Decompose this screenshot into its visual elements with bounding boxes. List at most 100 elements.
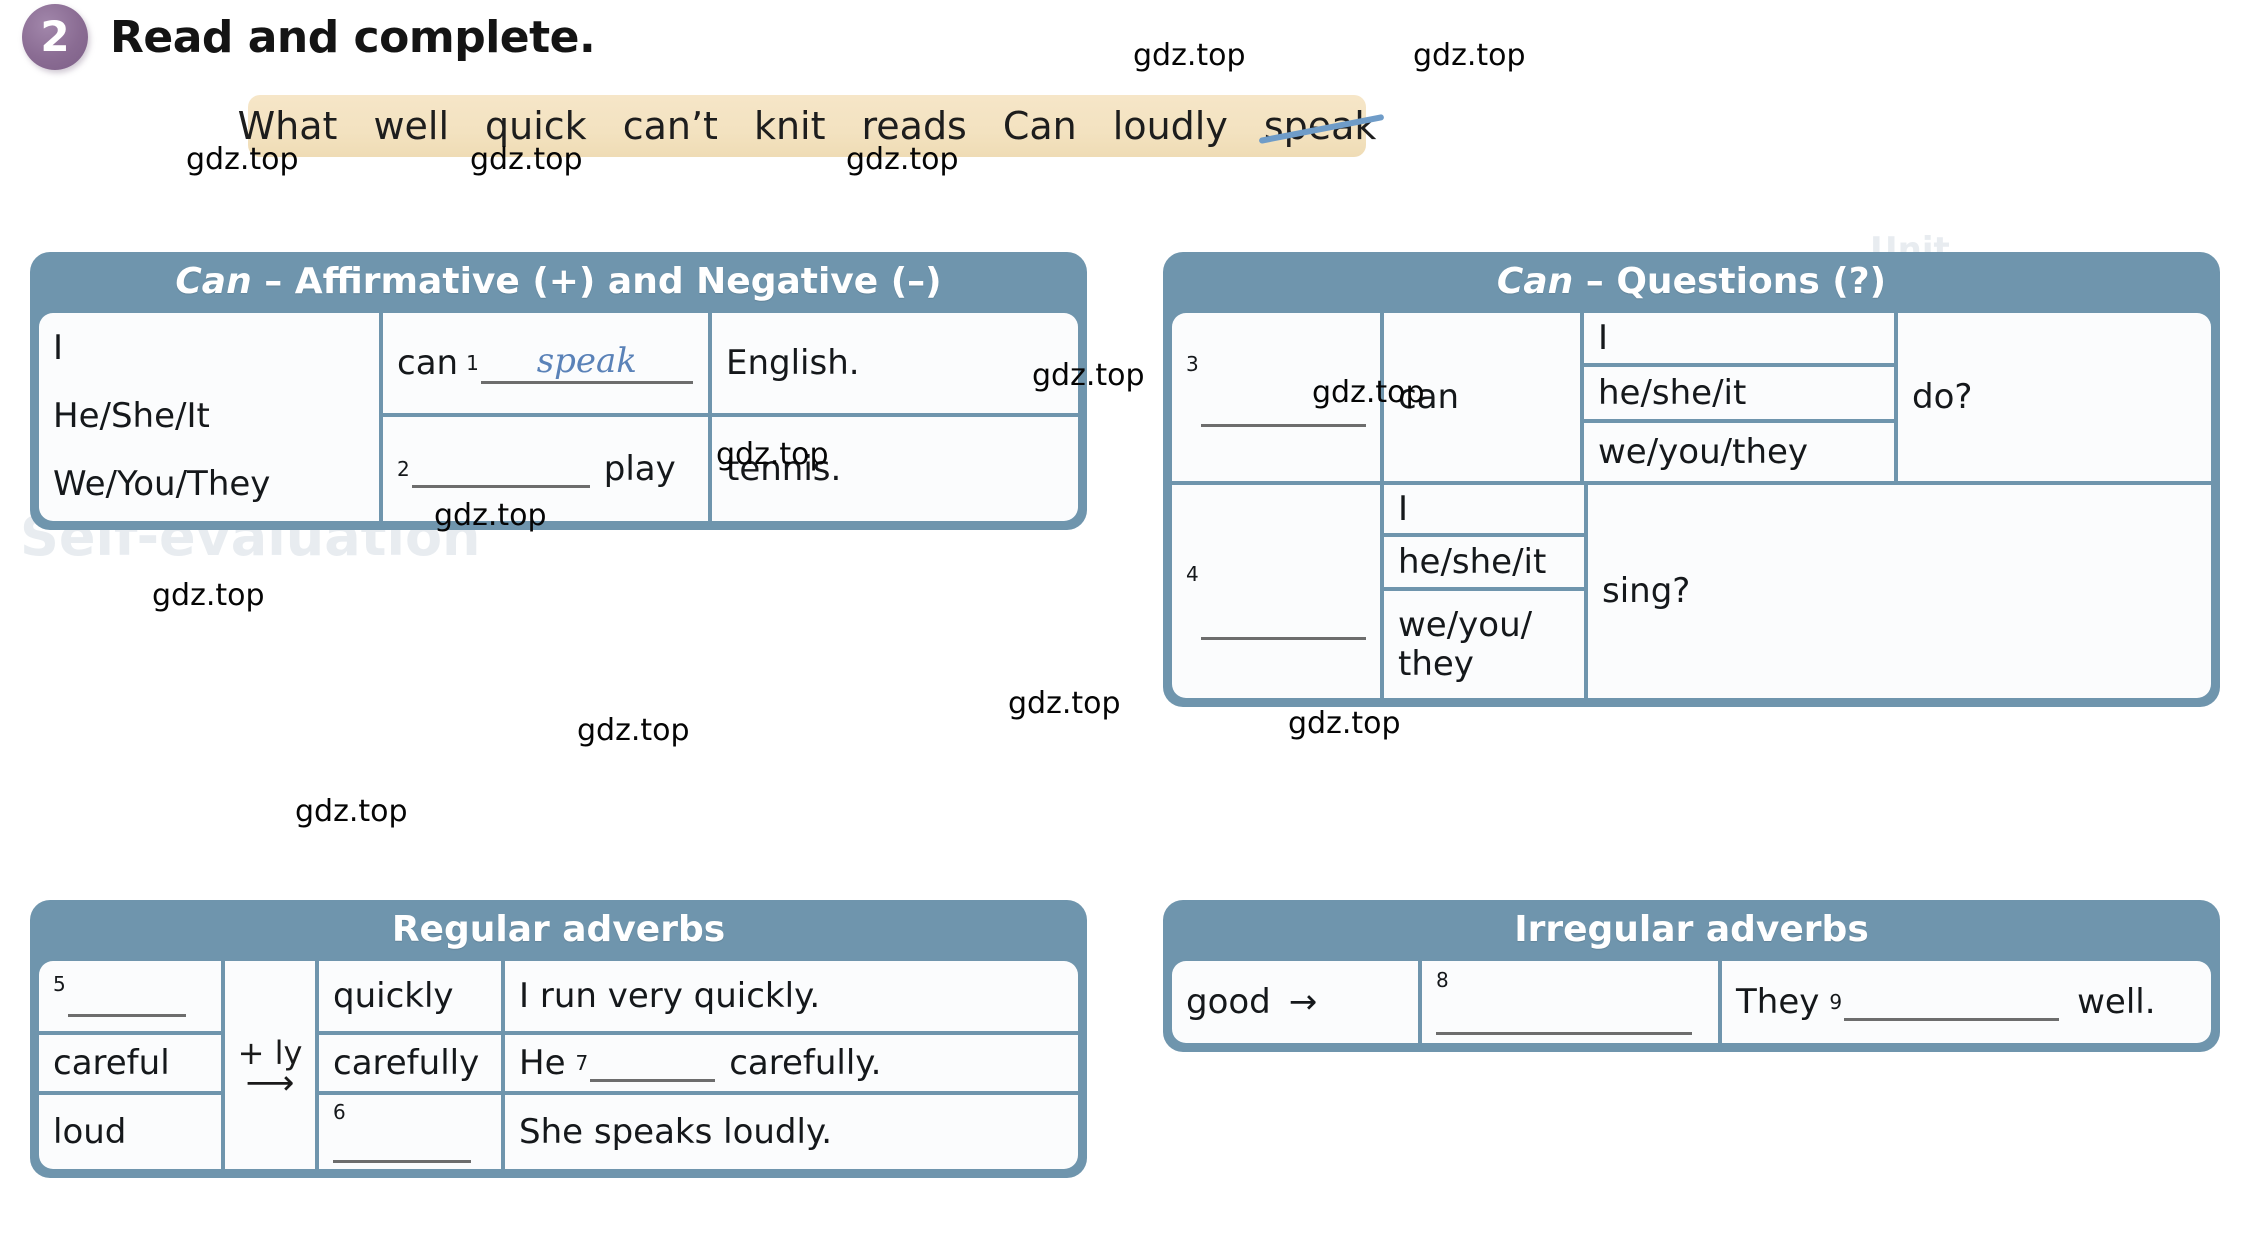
affirmative-row-1-object: English. (712, 313, 1078, 417)
answer-blank-4[interactable] (1200, 601, 1366, 640)
word-bank-item[interactable]: quick (485, 104, 587, 148)
answer-blank-6[interactable] (333, 1131, 471, 1163)
verb-prefix-can: can (397, 342, 459, 383)
subject-line-1: I (53, 328, 64, 368)
blank-number-2: 2 (397, 456, 410, 481)
irregular-example-post: well. (2077, 981, 2156, 1022)
answer-blank-7[interactable] (590, 1044, 716, 1083)
pronoun-cell-i-2: I (1384, 485, 1584, 537)
exercise-header: 2 Read and complete. (22, 4, 596, 70)
questions-row-3-pronouns: I he/she/it we/you/they (1584, 313, 1898, 481)
irregular-example-pre: They (1736, 981, 1820, 1022)
watermark: gdz.top (577, 713, 690, 748)
questions-title-italic: Can (1496, 261, 1574, 302)
blank-number-5: 5 (53, 972, 66, 996)
grammar-box-questions: Can – Questions (?) 3 can I he/she/it we… (1163, 252, 2220, 707)
arrow-right-icon-irregular: → (1288, 981, 1318, 1022)
regular-adverbs-title: Regular adverbs (391, 909, 726, 950)
affirmative-subjects-column: I He/She/It We/You/They (39, 313, 383, 521)
regular-adverb-column: quickly carefully 6 (319, 961, 505, 1169)
subject-line-3: We/You/They (53, 463, 271, 504)
questions-box-title: Can – Questions (?) (1163, 252, 2220, 313)
blank-number-1: 1 (466, 350, 479, 375)
regular-adjective-column: 5 careful loud (39, 961, 225, 1169)
irregular-adverb-cell: 8 (1422, 961, 1722, 1043)
example-carefully-post: carefully. (729, 1042, 882, 1083)
answer-blank-9[interactable] (1844, 983, 2060, 1022)
irregular-adverbs-table: good → 8 They 9 well. (1172, 961, 2211, 1043)
adjective-cell-blank-5: 5 (39, 961, 221, 1035)
blank-number-6: 6 (333, 1100, 346, 1124)
questions-row-3-blank-cell: 3 (1172, 313, 1384, 481)
watermark: gdz.top (1288, 706, 1401, 741)
exercise-title: Read and complete. (110, 11, 596, 63)
subject-cell: I He/She/It We/You/They (39, 313, 379, 521)
grammar-box-regular-adverbs: Regular adverbs 5 careful loud + ly ⟶ qu… (30, 900, 1087, 1178)
watermark: gdz.top (1413, 38, 1526, 73)
adverb-cell-carefully: carefully (319, 1035, 501, 1095)
affirmative-table: I He/She/It We/You/They can 1 speak 2 pl… (39, 313, 1078, 521)
word-bank-item[interactable]: speak (1264, 104, 1377, 148)
affirmative-object-column: English. tennis. (712, 313, 1078, 521)
subject-line-2: He/She/It (53, 395, 210, 436)
adjective-cell-careful: careful (39, 1035, 221, 1095)
word-bank-item[interactable]: reads (861, 104, 966, 148)
questions-table: 3 can I he/she/it we/you/they do? 4 I he… (1172, 313, 2211, 698)
pronoun-cell-heshelit-2: he/she/it (1384, 537, 1584, 591)
irregular-base-cell: good → (1172, 961, 1422, 1043)
word-bank-item[interactable]: well (373, 104, 449, 148)
answer-blank-5[interactable] (67, 978, 186, 1017)
blank-number-8: 8 (1436, 968, 1449, 993)
example-cell-loudly: She speaks loudly. (519, 1111, 833, 1152)
blank-number-4: 4 (1186, 562, 1199, 586)
questions-row-3-verb: can (1384, 313, 1584, 481)
word-bank-item[interactable]: What (238, 104, 338, 148)
questions-row-4-pronouns: I he/she/it we/you/ they (1384, 485, 1588, 698)
affirmative-box-title: Can – Affirmative (+) and Negative (–) (30, 252, 1087, 313)
word-bank-item[interactable]: loudly (1113, 104, 1228, 148)
affirmative-row-1-verb: can 1 speak (383, 313, 708, 417)
affirmative-row-2-object: tennis. (726, 448, 842, 489)
irregular-base-word: good (1186, 981, 1271, 1022)
affirmative-verb-column: can 1 speak 2 play (383, 313, 712, 521)
watermark: gdz.top (1008, 686, 1121, 721)
adverb-cell-quickly: quickly (319, 961, 501, 1035)
regular-examples-column: I run very quickly. He 7 carefully. She … (505, 961, 1078, 1169)
pronoun-cell-weyouthey-2: we/you/ they (1384, 591, 1584, 698)
questions-row-3: 3 can I he/she/it we/you/they do? (1172, 313, 2211, 485)
watermark: gdz.top (295, 794, 408, 829)
answer-text-1: speak (536, 340, 637, 381)
adverb-cell-blank-6: 6 (319, 1095, 501, 1169)
questions-row-4: 4 I he/she/it we/you/ they sing? (1172, 485, 2211, 698)
pronoun-cell-i: I (1584, 313, 1894, 367)
word-bank-item[interactable]: Can (1003, 104, 1077, 148)
affirmative-row-2-verb: 2 play (383, 417, 708, 521)
answer-blank-8[interactable] (1436, 996, 1692, 1035)
suffix-ly-column: + ly ⟶ (225, 961, 319, 1169)
adjective-cell-loud: loud (53, 1111, 127, 1152)
irregular-example-cell: They 9 well. (1722, 961, 2211, 1043)
questions-title-rest: – Questions (?) (1573, 261, 1887, 302)
regular-adverbs-table: 5 careful loud + ly ⟶ quickly carefully … (39, 961, 1078, 1169)
pronoun-cell-weyouthey: we/you/they (1598, 431, 1809, 472)
example-cell-quickly: I run very quickly. (505, 961, 1078, 1035)
watermark: gdz.top (1133, 38, 1246, 73)
example-cell-carefully: He 7 carefully. (505, 1035, 1078, 1095)
exercise-number-badge: 2 (22, 4, 88, 70)
arrow-right-icon: ⟶ (245, 1063, 295, 1104)
answer-blank-2[interactable] (411, 450, 590, 489)
pronoun-weyou-line1: we/you/ (1398, 605, 1533, 646)
affirmative-title-italic: Can (175, 261, 252, 302)
answer-blank-3[interactable] (1200, 389, 1366, 428)
example-carefully-pre: He (519, 1042, 566, 1083)
word-bank-item[interactable]: knit (754, 104, 826, 148)
questions-row-4-blank-cell: 4 (1172, 485, 1384, 698)
questions-row-4-tail: sing? (1602, 571, 1691, 612)
irregular-adverbs-title: Irregular adverbs (1514, 909, 1869, 950)
blank-number-9: 9 (1829, 989, 1843, 1014)
grammar-box-irregular-adverbs: Irregular adverbs good → 8 They 9 well. (1163, 900, 2220, 1052)
answer-blank-1[interactable]: speak (480, 340, 693, 385)
questions-row-3-tail: do? (1912, 376, 1973, 417)
blank-number-3: 3 (1186, 352, 1199, 376)
word-bank-item[interactable]: can’t (623, 104, 718, 148)
